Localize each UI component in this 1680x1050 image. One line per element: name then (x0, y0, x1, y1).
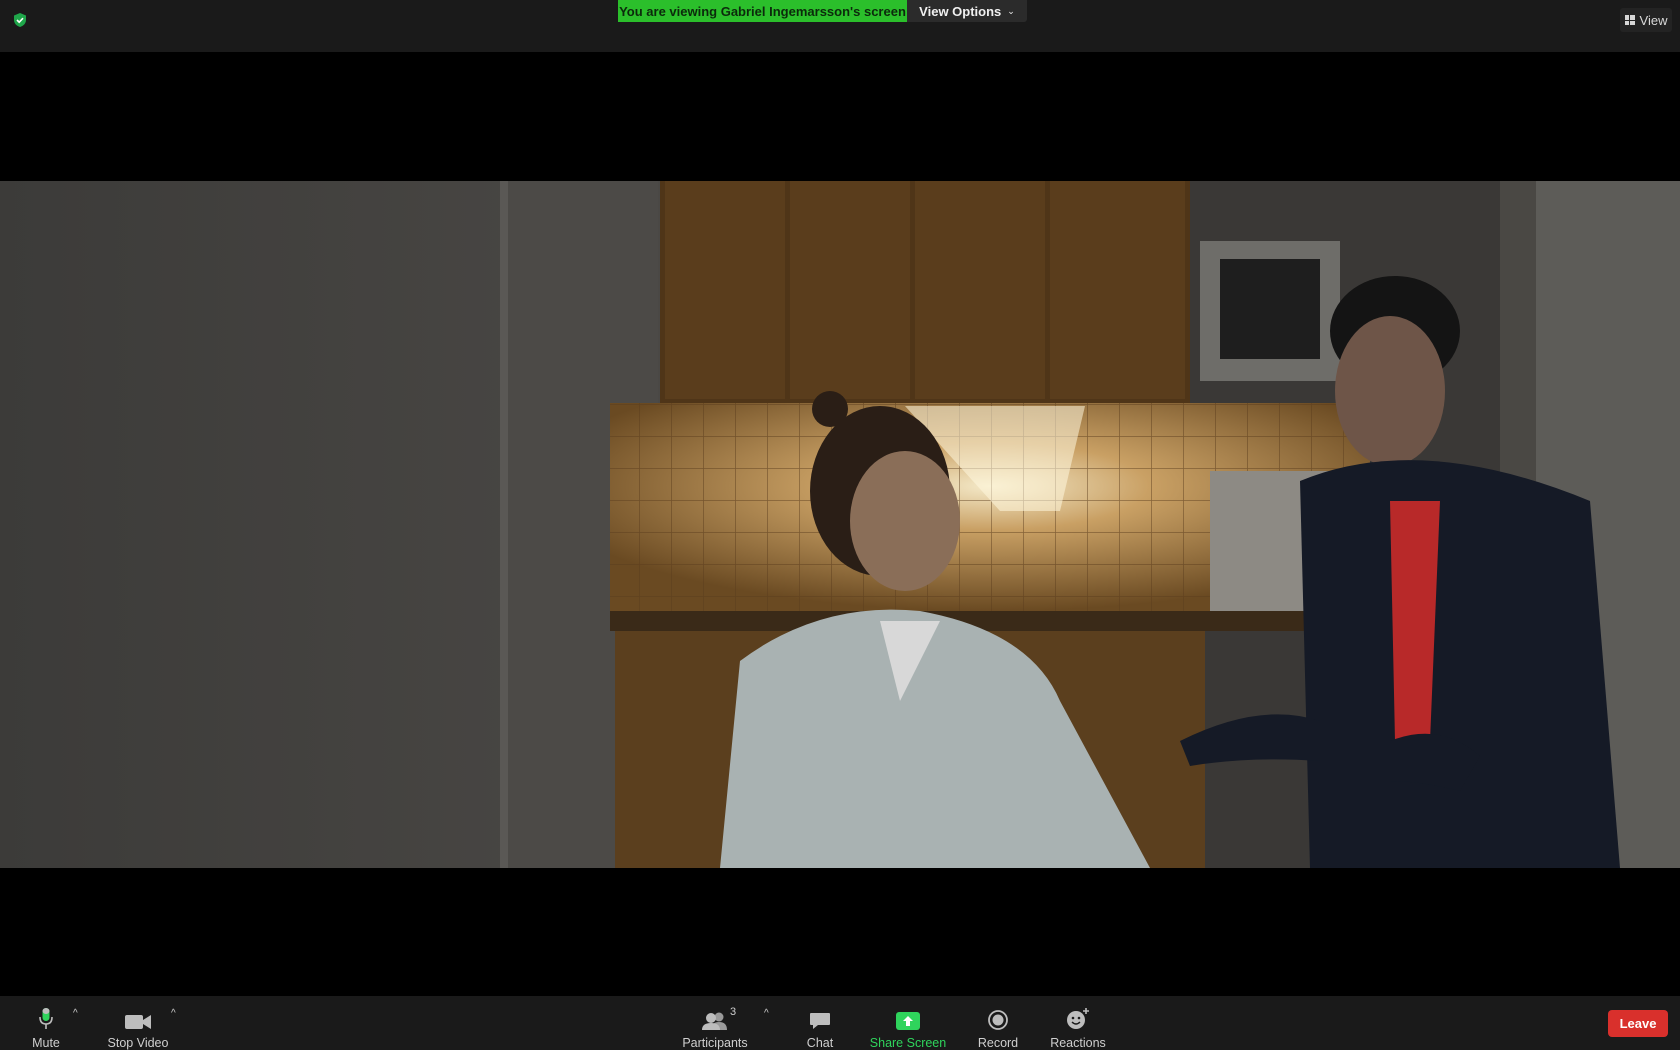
chevron-down-icon: ⌄ (1007, 6, 1015, 16)
record-icon (988, 1004, 1008, 1030)
reactions-label: Reactions (1050, 1036, 1106, 1050)
meeting-top-bar: You are viewing Gabriel Ingemarsson's sc… (0, 0, 1680, 52)
reactions-icon (1066, 1004, 1090, 1030)
record-button[interactable]: Record (976, 996, 1020, 1050)
shared-video-frame (0, 181, 1680, 868)
reactions-button[interactable]: Reactions (1050, 996, 1106, 1050)
viewing-screen-banner: You are viewing Gabriel Ingemarsson's sc… (618, 0, 907, 22)
stop-video-label: Stop Video (107, 1036, 169, 1050)
video-camera-icon (125, 1004, 151, 1030)
view-options-button[interactable]: View Options ⌄ (907, 0, 1027, 22)
mute-label: Mute (32, 1036, 60, 1050)
chat-button[interactable]: Chat (800, 996, 840, 1050)
video-options-caret[interactable]: ^ (171, 1008, 176, 1019)
leave-label: Leave (1619, 1016, 1657, 1031)
stop-video-button[interactable]: Stop Video (104, 996, 172, 1050)
viewing-banner-text: You are viewing Gabriel Ingemarsson's sc… (619, 4, 906, 19)
view-options-label: View Options (919, 3, 1002, 19)
grid-icon (1624, 15, 1635, 25)
share-screen-label: Share Screen (869, 1036, 947, 1050)
microphone-icon (39, 1004, 53, 1030)
view-label: View (1639, 12, 1668, 28)
audio-options-caret[interactable]: ^ (73, 1008, 78, 1019)
leave-button[interactable]: Leave (1608, 1010, 1668, 1037)
video-frame-illustration (0, 181, 1680, 868)
participants-label: Participants (682, 1036, 748, 1050)
chat-label: Chat (806, 1036, 834, 1050)
share-screen-button[interactable]: Share Screen (869, 996, 947, 1050)
participants-options-caret[interactable]: ^ (764, 1008, 769, 1019)
record-label: Record (977, 1036, 1019, 1050)
meeting-toolbar: Mute ^ Stop Video ^ Participants 3 ^ Cha… (0, 996, 1680, 1050)
chat-icon (809, 1004, 831, 1030)
participants-count: 3 (730, 1006, 737, 1018)
shield-icon[interactable] (12, 12, 28, 28)
mute-button[interactable]: Mute (26, 996, 66, 1050)
participants-icon (701, 1004, 729, 1030)
shared-screen-area (0, 52, 1680, 996)
share-screen-icon (896, 1004, 920, 1030)
participants-button[interactable]: Participants (680, 996, 750, 1050)
view-button[interactable]: View (1620, 8, 1672, 32)
